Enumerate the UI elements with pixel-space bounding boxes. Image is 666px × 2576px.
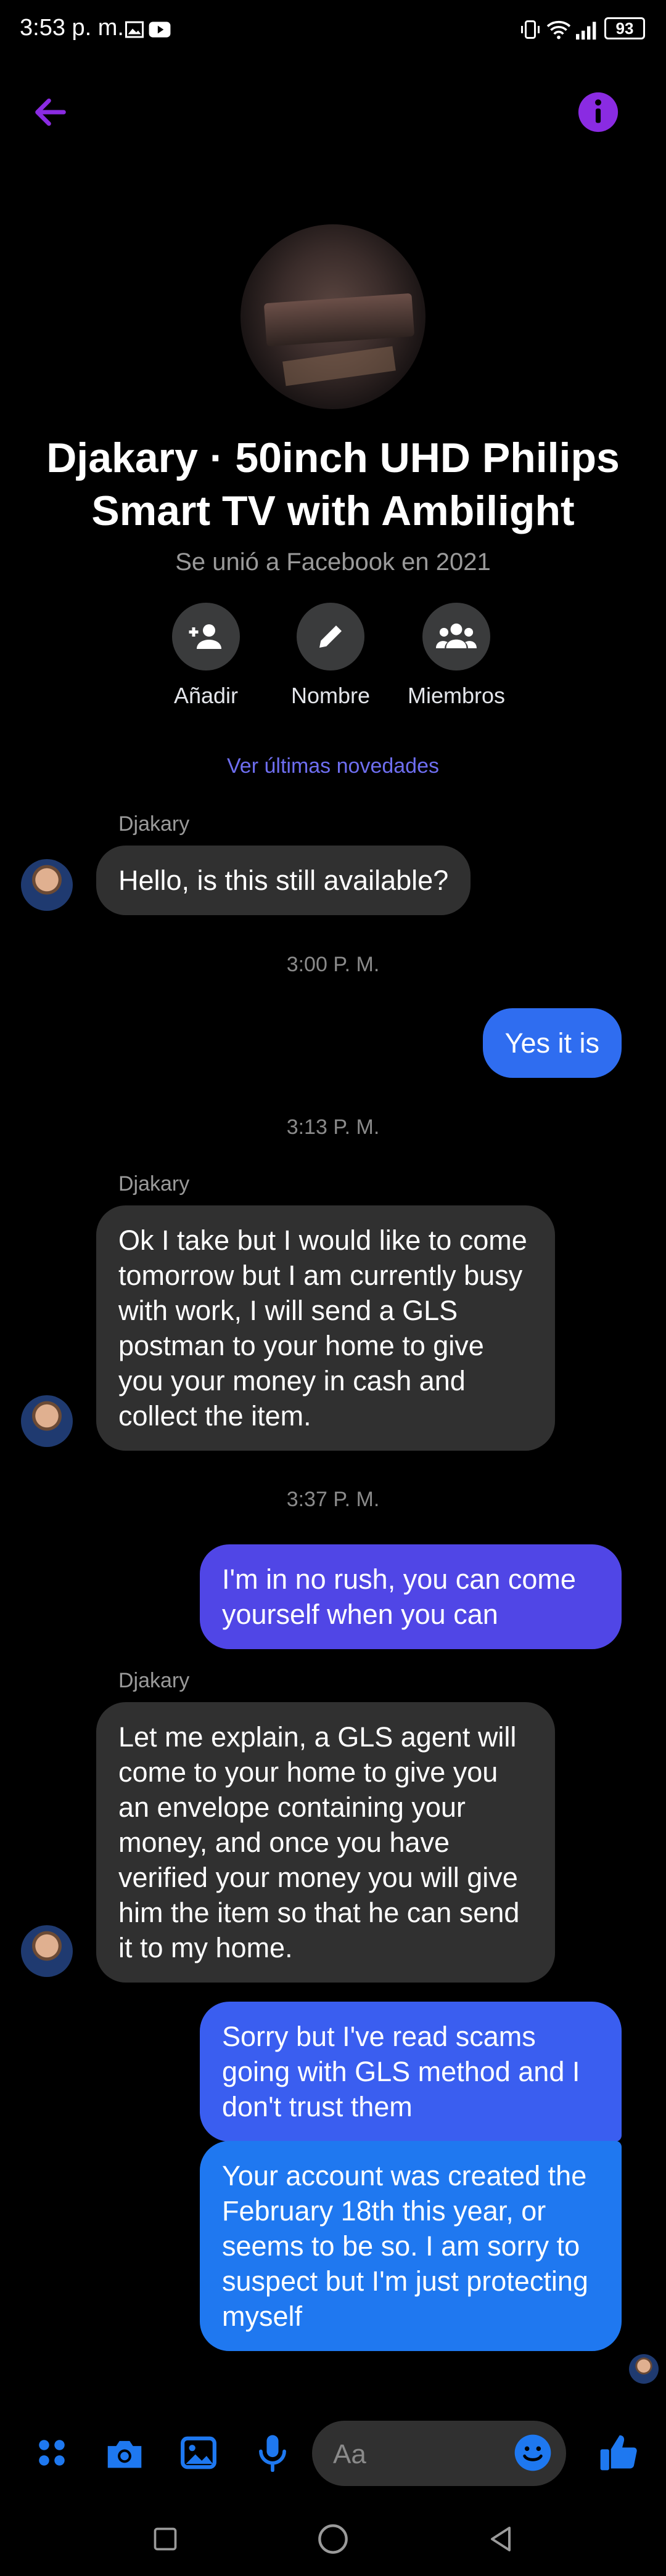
triangle-back-icon: [491, 2527, 511, 2551]
joined-subtitle: Se unió a Facebook en 2021: [175, 548, 491, 576]
gallery-icon: [125, 21, 144, 38]
battery-indicator: 93: [604, 17, 645, 39]
members-action[interactable]: Miembros: [395, 603, 518, 709]
thumbs-up-icon: [600, 2435, 637, 2471]
status-time: 3:53 p. m.: [20, 15, 124, 41]
signal-icon: [576, 22, 596, 40]
microphone-icon: [259, 2435, 286, 2472]
smiley-icon: [514, 2434, 551, 2471]
square-icon: [154, 2527, 177, 2551]
more-options-button[interactable]: [27, 2428, 76, 2477]
wifi-icon: [546, 20, 571, 39]
name-action[interactable]: Nombre: [269, 603, 392, 709]
gallery-button[interactable]: [174, 2428, 223, 2477]
sender-name: Djakary: [118, 1172, 190, 1196]
circle-icon: [318, 2524, 348, 2554]
voice-button[interactable]: [248, 2428, 297, 2477]
outgoing-message[interactable]: Yes it is: [482, 1008, 622, 1078]
back-nav-button[interactable]: [476, 2514, 525, 2564]
sender-avatar[interactable]: [21, 859, 73, 911]
add-action[interactable]: Añadir: [144, 603, 268, 709]
vibrate-icon: [521, 20, 540, 39]
sender-avatar[interactable]: [21, 1395, 73, 1447]
group-icon: [436, 623, 477, 648]
name-action-label: Nombre: [290, 683, 371, 708]
pencil-icon: [319, 626, 342, 648]
add-action-label: Añadir: [173, 683, 239, 708]
emoji-button[interactable]: [508, 2428, 557, 2477]
info-icon: [578, 92, 619, 132]
outgoing-message[interactable]: Sorry but I've read scams going with GLS…: [200, 2002, 622, 2142]
back-button[interactable]: [25, 86, 76, 138]
latest-news-link[interactable]: Ver últimas novedades: [25, 754, 641, 778]
timestamp: 3:37 P. M.: [286, 1488, 380, 1511]
camera-button[interactable]: [100, 2428, 149, 2477]
sender-avatar[interactable]: [21, 1925, 73, 1977]
arrow-left-icon: [35, 98, 66, 126]
status-bar: 3:53 p. m. 93: [0, 0, 666, 62]
message-input-placeholder: Aa: [333, 2439, 366, 2469]
incoming-message[interactable]: Ok I take but I would like to come tomor…: [96, 1205, 555, 1451]
incoming-message[interactable]: Hello, is this still available?: [96, 846, 471, 915]
conversation-title: Djakary · 50inch UHD Philips Smart TV wi…: [46, 434, 620, 534]
incoming-message[interactable]: Let me explain, a GLS agent will come to…: [96, 1702, 555, 1983]
recent-apps-button[interactable]: [141, 2514, 190, 2564]
image-icon: [181, 2436, 216, 2469]
sender-name: Djakary: [118, 812, 190, 836]
home-button[interactable]: [308, 2514, 358, 2564]
read-receipt-avatar: [629, 2354, 659, 2384]
grid-dots-icon: [39, 2440, 65, 2466]
outgoing-message[interactable]: I'm in no rush, you can come yourself wh…: [200, 1544, 622, 1649]
like-button[interactable]: [593, 2428, 643, 2477]
sender-name: Djakary: [118, 1669, 190, 1692]
outgoing-message[interactable]: Your account was created the February 18…: [200, 2141, 622, 2351]
camera-icon: [107, 2440, 142, 2468]
timestamp: 3:13 P. M.: [286, 1115, 380, 1139]
timestamp: 3:00 P. M.: [286, 953, 380, 976]
youtube-icon: [149, 22, 171, 38]
add-person-icon: [189, 624, 221, 649]
group-avatar[interactable]: [240, 224, 426, 409]
info-button[interactable]: [572, 86, 624, 138]
members-action-label: Miembros: [407, 683, 506, 708]
